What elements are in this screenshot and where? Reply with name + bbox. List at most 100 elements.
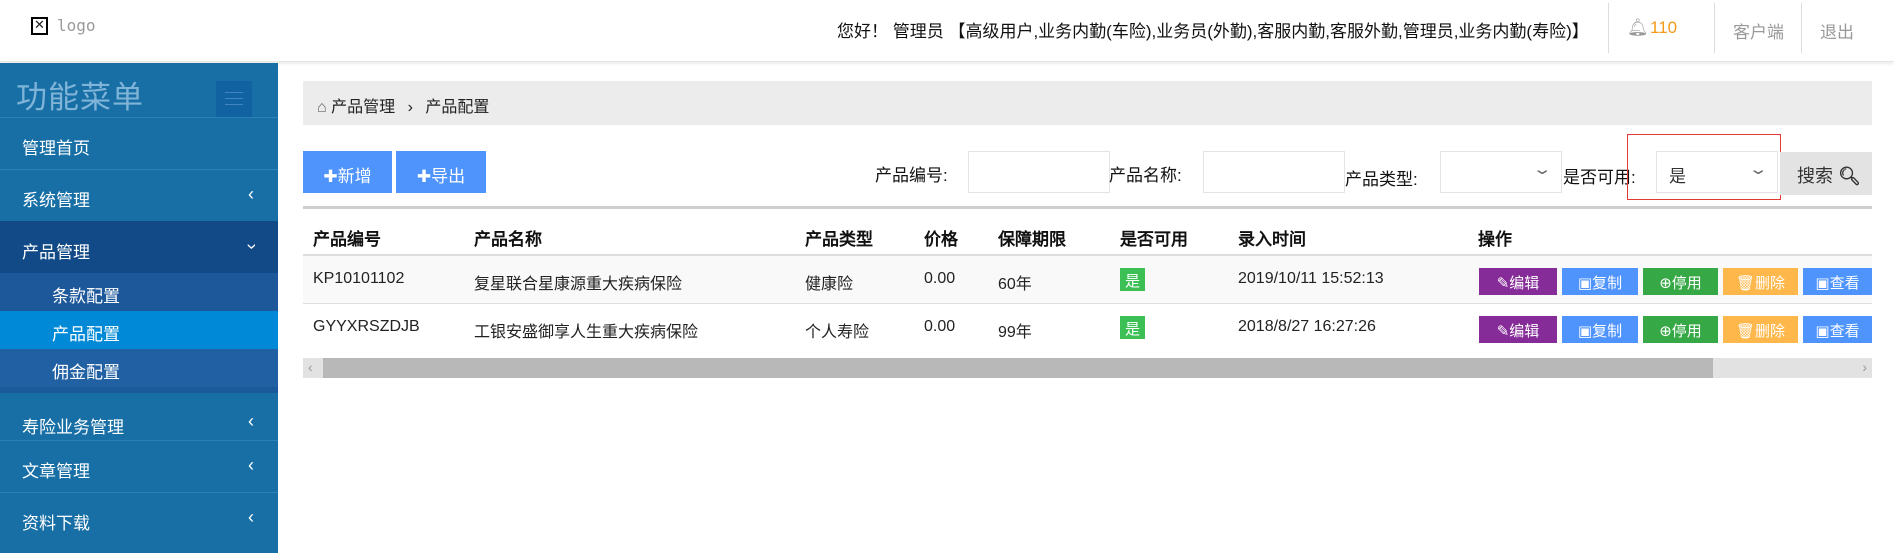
cell-term: 99年 [998, 324, 1032, 341]
bell-icon[interactable]: 🔔︎ [1627, 18, 1649, 38]
save-icon: ▣ [1577, 323, 1593, 340]
chevron-left-icon: ‹ [248, 184, 254, 204]
cell-code: KP10101102 [313, 270, 405, 287]
available-badge: 是 [1120, 268, 1145, 291]
sidebar-item-label: 产品管理 [22, 243, 90, 262]
breadcrumb-current: 产品配置 [425, 99, 490, 116]
cell-time: 2018/8/27 16:27:26 [1238, 318, 1376, 335]
logout-link[interactable]: 退出 [1820, 18, 1854, 43]
trash-icon: 🗑︎ [1735, 275, 1756, 292]
product-table: 产品编号 产品名称 产品类型 价格 保障期限 是否可用 录入时间 操作 KP10… [303, 206, 1872, 355]
product-type-select[interactable]: ⌄ [1440, 151, 1562, 193]
search-icon: 🔍︎ [1838, 166, 1861, 186]
home-icon: ⌂ [317, 99, 327, 116]
column-header: 产品编号 [313, 230, 381, 249]
breadcrumb-root[interactable]: 产品管理 [331, 99, 395, 116]
save-icon: ▣ [1815, 275, 1830, 292]
edit-button[interactable]: ✎编辑 [1479, 316, 1557, 343]
cell-type: 个人寿险 [805, 324, 870, 341]
user-greeting: 您好！ 管理员 【高级用户,业务内勤(车险),业务员(外勤),客服内勤,客服外勤… [837, 22, 1589, 41]
export-button[interactable]: ✚导出 [396, 151, 486, 193]
scroll-right-icon[interactable]: › [1862, 359, 1867, 375]
scrollbar-thumb[interactable] [323, 358, 1713, 378]
available-badge: 是 [1120, 316, 1145, 339]
sidebar-item-life[interactable]: 寿险业务管理 ‹ [0, 387, 278, 445]
sidebar-item-label: 系统管理 [22, 191, 90, 210]
menu-toggle-icon[interactable] [216, 81, 252, 117]
sidebar-subitem-terms[interactable]: 条款配置 [0, 273, 278, 311]
column-header: 录入时间 [1238, 230, 1306, 249]
edit-button[interactable]: ✎编辑 [1479, 268, 1557, 295]
sidebar-item-product[interactable]: 产品管理 ‹ [0, 221, 278, 273]
copy-label: 复制 [1592, 323, 1623, 340]
logo[interactable]: logo [57, 16, 96, 35]
view-label: 查看 [1829, 275, 1860, 292]
save-icon: ▣ [1815, 323, 1830, 340]
search-button[interactable]: 搜索 🔍︎ [1780, 152, 1872, 195]
notification-count[interactable]: 110 [1650, 18, 1677, 38]
product-name-label: 产品名称: [1109, 166, 1182, 185]
column-header: 保障期限 [998, 230, 1066, 249]
save-icon: ▣ [1577, 275, 1593, 292]
sidebar-item-label: 资料下载 [22, 514, 90, 533]
add-button[interactable]: ✚新增 [303, 151, 392, 193]
available-label: 是否可用: [1563, 168, 1636, 187]
sidebar-item-system[interactable]: 系统管理 ‹ [0, 169, 278, 221]
cell-price: 0.00 [924, 270, 956, 287]
chevron-down-icon: ⌄ [1532, 161, 1553, 178]
plus-icon: ✚ [323, 167, 338, 186]
breadcrumb-separator: › [407, 99, 413, 116]
chevron-down-icon: ‹ [240, 243, 261, 250]
view-label: 查看 [1829, 323, 1860, 340]
sidebar-item-articles[interactable]: 文章管理 ‹ [0, 440, 278, 492]
chevron-left-icon: ‹ [248, 507, 254, 527]
horizontal-scrollbar[interactable]: ‹ › [303, 358, 1872, 378]
client-link[interactable]: 客户端 [1733, 18, 1784, 43]
arrow-circle-down-icon: ⊕ [1659, 323, 1672, 340]
product-code-input[interactable] [968, 151, 1110, 193]
plus-icon: ✚ [416, 167, 432, 186]
sidebar-item-downloads[interactable]: 资料下载 ‹ [0, 492, 278, 544]
search-label: 搜索 [1797, 166, 1833, 186]
copy-button[interactable]: ▣复制 [1562, 268, 1638, 295]
breadcrumb: ⌂ 产品管理 › 产品配置 [303, 81, 1872, 125]
cell-type: 健康险 [805, 276, 854, 293]
cell-code: GYYXRSZDJB [313, 318, 420, 335]
divider [1608, 3, 1609, 53]
copy-label: 复制 [1592, 275, 1623, 292]
arrow-circle-down-icon: ⊕ [1659, 275, 1672, 292]
disable-button[interactable]: ⊕停用 [1643, 316, 1718, 343]
delete-button[interactable]: 🗑︎删除 [1723, 268, 1798, 295]
trash-icon: 🗑︎ [1735, 323, 1756, 340]
disable-button[interactable]: ⊕停用 [1643, 268, 1718, 295]
cell-price: 0.00 [924, 318, 956, 335]
copy-button[interactable]: ▣复制 [1562, 316, 1638, 343]
sidebar-subitem-commission[interactable]: 佣金配置 [0, 349, 278, 387]
delete-label: 删除 [1755, 323, 1786, 340]
logo-broken-image-icon [31, 17, 48, 35]
chevron-left-icon: ‹ [248, 411, 254, 431]
view-button[interactable]: ▣查看 [1803, 268, 1872, 295]
disable-label: 停用 [1671, 275, 1702, 292]
view-button[interactable]: ▣查看 [1803, 316, 1872, 343]
edit-label: 编辑 [1509, 275, 1540, 292]
cell-time: 2019/10/11 15:52:13 [1238, 270, 1384, 287]
product-name-input[interactable] [1203, 151, 1345, 193]
edit-label: 编辑 [1509, 323, 1540, 340]
column-header: 操作 [1478, 230, 1512, 249]
sidebar-item-home[interactable]: 管理首页 [0, 117, 278, 169]
cell-name: 复星联合星康源重大疾病保险 [474, 276, 683, 293]
sidebar-item-label: 寿险业务管理 [22, 418, 124, 437]
export-label: 导出 [431, 167, 466, 186]
cell-name: 工银安盛御享人生重大疾病保险 [474, 324, 699, 341]
delete-label: 删除 [1755, 275, 1786, 292]
column-header: 产品类型 [805, 230, 873, 249]
table-row: GYYXRSZDJB 工银安盛御享人生重大疾病保险 个人寿险 0.00 99年 … [303, 303, 1872, 352]
sidebar-subitem-product-config[interactable]: 产品配置 [0, 311, 278, 349]
sidebar: 功能菜单 管理首页 系统管理 ‹ 产品管理 ‹ 条款配置 产品配置 佣金配置 寿险业… [0, 63, 278, 553]
top-header: logo 您好！ 管理员 【高级用户,业务内勤(车险),业务员(外勤),客服内勤… [0, 0, 1894, 62]
delete-button[interactable]: 🗑︎删除 [1723, 316, 1798, 343]
scroll-left-icon[interactable]: ‹ [308, 359, 313, 375]
cell-term: 60年 [998, 276, 1032, 293]
column-header: 产品名称 [474, 230, 542, 249]
